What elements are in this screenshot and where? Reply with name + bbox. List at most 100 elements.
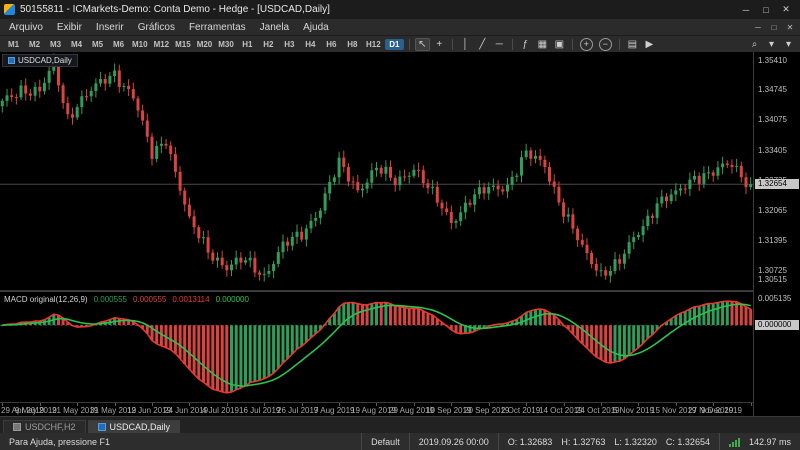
macd-value-1: 0.000555	[132, 295, 167, 304]
timeframe-button-m30[interactable]: M30	[216, 39, 236, 50]
timeframe-button-m20[interactable]: M20	[195, 39, 215, 50]
candle	[389, 166, 392, 178]
menu-item-arquivo[interactable]: Arquivo	[2, 19, 50, 35]
candle	[164, 143, 168, 146]
timeframe-button-m10[interactable]: M10	[130, 39, 150, 50]
maximize-button[interactable]: □	[756, 2, 776, 17]
chart-tab-icon	[97, 422, 106, 431]
timeframe-button-h12[interactable]: H12	[364, 39, 383, 50]
macd-histogram-bar	[604, 325, 608, 363]
candle	[122, 85, 126, 87]
price-axis-label: 1.33405	[758, 146, 787, 155]
timeframe-button-h8[interactable]: H8	[343, 39, 362, 50]
menu-item-janela[interactable]: Janela	[253, 19, 296, 35]
candle	[520, 157, 523, 176]
timeframe-button-h3[interactable]: H3	[280, 39, 299, 50]
macd-indicator-panel[interactable]	[0, 292, 753, 402]
timeframe-button-m5[interactable]: M5	[88, 39, 107, 50]
status-profile-panel[interactable]: Default	[361, 433, 409, 450]
candle	[216, 257, 219, 261]
macd-histogram-bar	[407, 308, 411, 326]
horizontal-line-icon[interactable]: ─	[492, 38, 507, 51]
algo-trading-icon[interactable]: ▶	[642, 38, 657, 51]
macd-histogram-bar	[211, 325, 215, 390]
child-minimize-button[interactable]: ─	[750, 21, 766, 34]
macd-histogram-bar	[711, 303, 715, 326]
candle	[534, 155, 537, 159]
macd-histogram-bar	[173, 325, 177, 354]
timeframe-button-m1[interactable]: M1	[4, 39, 23, 50]
status-low-value: L: 1.32320	[614, 436, 657, 447]
candle	[159, 143, 163, 146]
candle	[379, 167, 383, 174]
crosshair-icon[interactable]: +	[432, 38, 447, 51]
zoom-in-icon[interactable]: +	[579, 37, 593, 51]
timeframe-button-m2[interactable]: M2	[25, 39, 44, 50]
menu-item-ferramentas[interactable]: Ferramentas	[182, 19, 253, 35]
timeframe-button-m12[interactable]: M12	[152, 39, 172, 50]
timeframe-button-h6[interactable]: H6	[322, 39, 341, 50]
candle	[674, 190, 678, 195]
menu-item-ajuda[interactable]: Ajuda	[296, 19, 336, 35]
status-profile-text: Default	[371, 436, 400, 447]
timeframe-button-m6[interactable]: M6	[109, 39, 128, 50]
chart-tab-usdchf-h2[interactable]: USDCHF,H2	[3, 420, 86, 433]
search-icon[interactable]: ⌕	[747, 38, 762, 51]
close-button[interactable]: ✕	[776, 2, 796, 17]
candle	[5, 95, 9, 101]
macd-histogram-bar	[370, 303, 374, 326]
vertical-line-icon[interactable]: │	[458, 38, 473, 51]
date-axis-label: 16 Jul 2019	[239, 406, 281, 415]
candle	[38, 86, 42, 92]
candlestick-chart[interactable]	[0, 52, 753, 290]
child-close-button[interactable]: ✕	[782, 21, 798, 34]
candle	[356, 182, 360, 191]
macd-histogram-bar	[632, 325, 636, 352]
menu-item-exibir[interactable]: Exibir	[50, 19, 89, 35]
zoom-out-icon[interactable]: −	[598, 37, 612, 51]
indicator-windows-icon[interactable]: ▦	[535, 38, 550, 51]
candle	[487, 186, 491, 194]
candle	[571, 214, 575, 229]
candle	[61, 85, 65, 103]
date-axis[interactable]: 29 Apr 2019 9 May 2019 21 May 2019 31 May 2…	[0, 402, 753, 416]
price-axis[interactable]: 1.354101.347451.340751.334051.327351.320…	[753, 52, 800, 416]
chart-region[interactable]: USDCAD,Daily MACD original(12,26,9) 0.00…	[0, 52, 753, 402]
objects-list-icon[interactable]: ▣	[552, 38, 567, 51]
minimize-button[interactable]: ─	[736, 2, 756, 17]
timeframe-button-h1[interactable]: H1	[238, 39, 257, 50]
candle	[42, 82, 46, 92]
macd-histogram-bar	[590, 325, 594, 353]
tile-windows-icon[interactable]: ▤	[625, 38, 640, 51]
chart-symbol-chip[interactable]: USDCAD,Daily	[2, 54, 78, 67]
timeframe-button-h2[interactable]: H2	[259, 39, 278, 50]
price-axis-label: 1.34745	[758, 85, 787, 94]
indicators-icon[interactable]: ƒ	[518, 38, 533, 51]
timeframe-button-d1[interactable]: D1	[384, 38, 404, 50]
candle	[538, 155, 542, 160]
candle	[398, 176, 402, 186]
menu-item-inserir[interactable]: Inserir	[89, 19, 131, 35]
status-connection-panel[interactable]: 142.97 ms	[718, 433, 800, 450]
candle	[707, 172, 711, 174]
candle	[482, 187, 486, 194]
menu-item-graficos[interactable]: Gráficos	[131, 19, 182, 35]
candle	[510, 176, 514, 185]
timeframe-button-m4[interactable]: M4	[67, 39, 86, 50]
timeframe-button-m15[interactable]: M15	[173, 39, 193, 50]
candle	[290, 236, 294, 246]
candle	[375, 167, 378, 171]
candle	[506, 184, 509, 192]
toolbar: M1 M2 M3 M4 M5 M6 M10 M12 M15 M20 M30 H1 H2 H3 H4 H6 H8 H…	[0, 35, 800, 52]
macd-histogram-bar	[636, 325, 640, 348]
child-restore-button[interactable]: □	[766, 21, 782, 34]
favorites-dropdown-icon[interactable]: ▾	[764, 38, 779, 51]
macd-histogram-bar	[192, 325, 196, 375]
chart-tab-usdcad-daily[interactable]: USDCAD,Daily	[87, 420, 181, 433]
toolbars-dropdown-icon[interactable]: ▾	[781, 38, 796, 51]
timeframe-button-h4[interactable]: H4	[301, 39, 320, 50]
timeframe-button-m3[interactable]: M3	[46, 39, 65, 50]
macd-current-value-label: 0.000000	[755, 320, 799, 330]
trendline-icon[interactable]: ╱	[475, 38, 490, 51]
cursor-icon[interactable]: ↖	[414, 37, 430, 51]
